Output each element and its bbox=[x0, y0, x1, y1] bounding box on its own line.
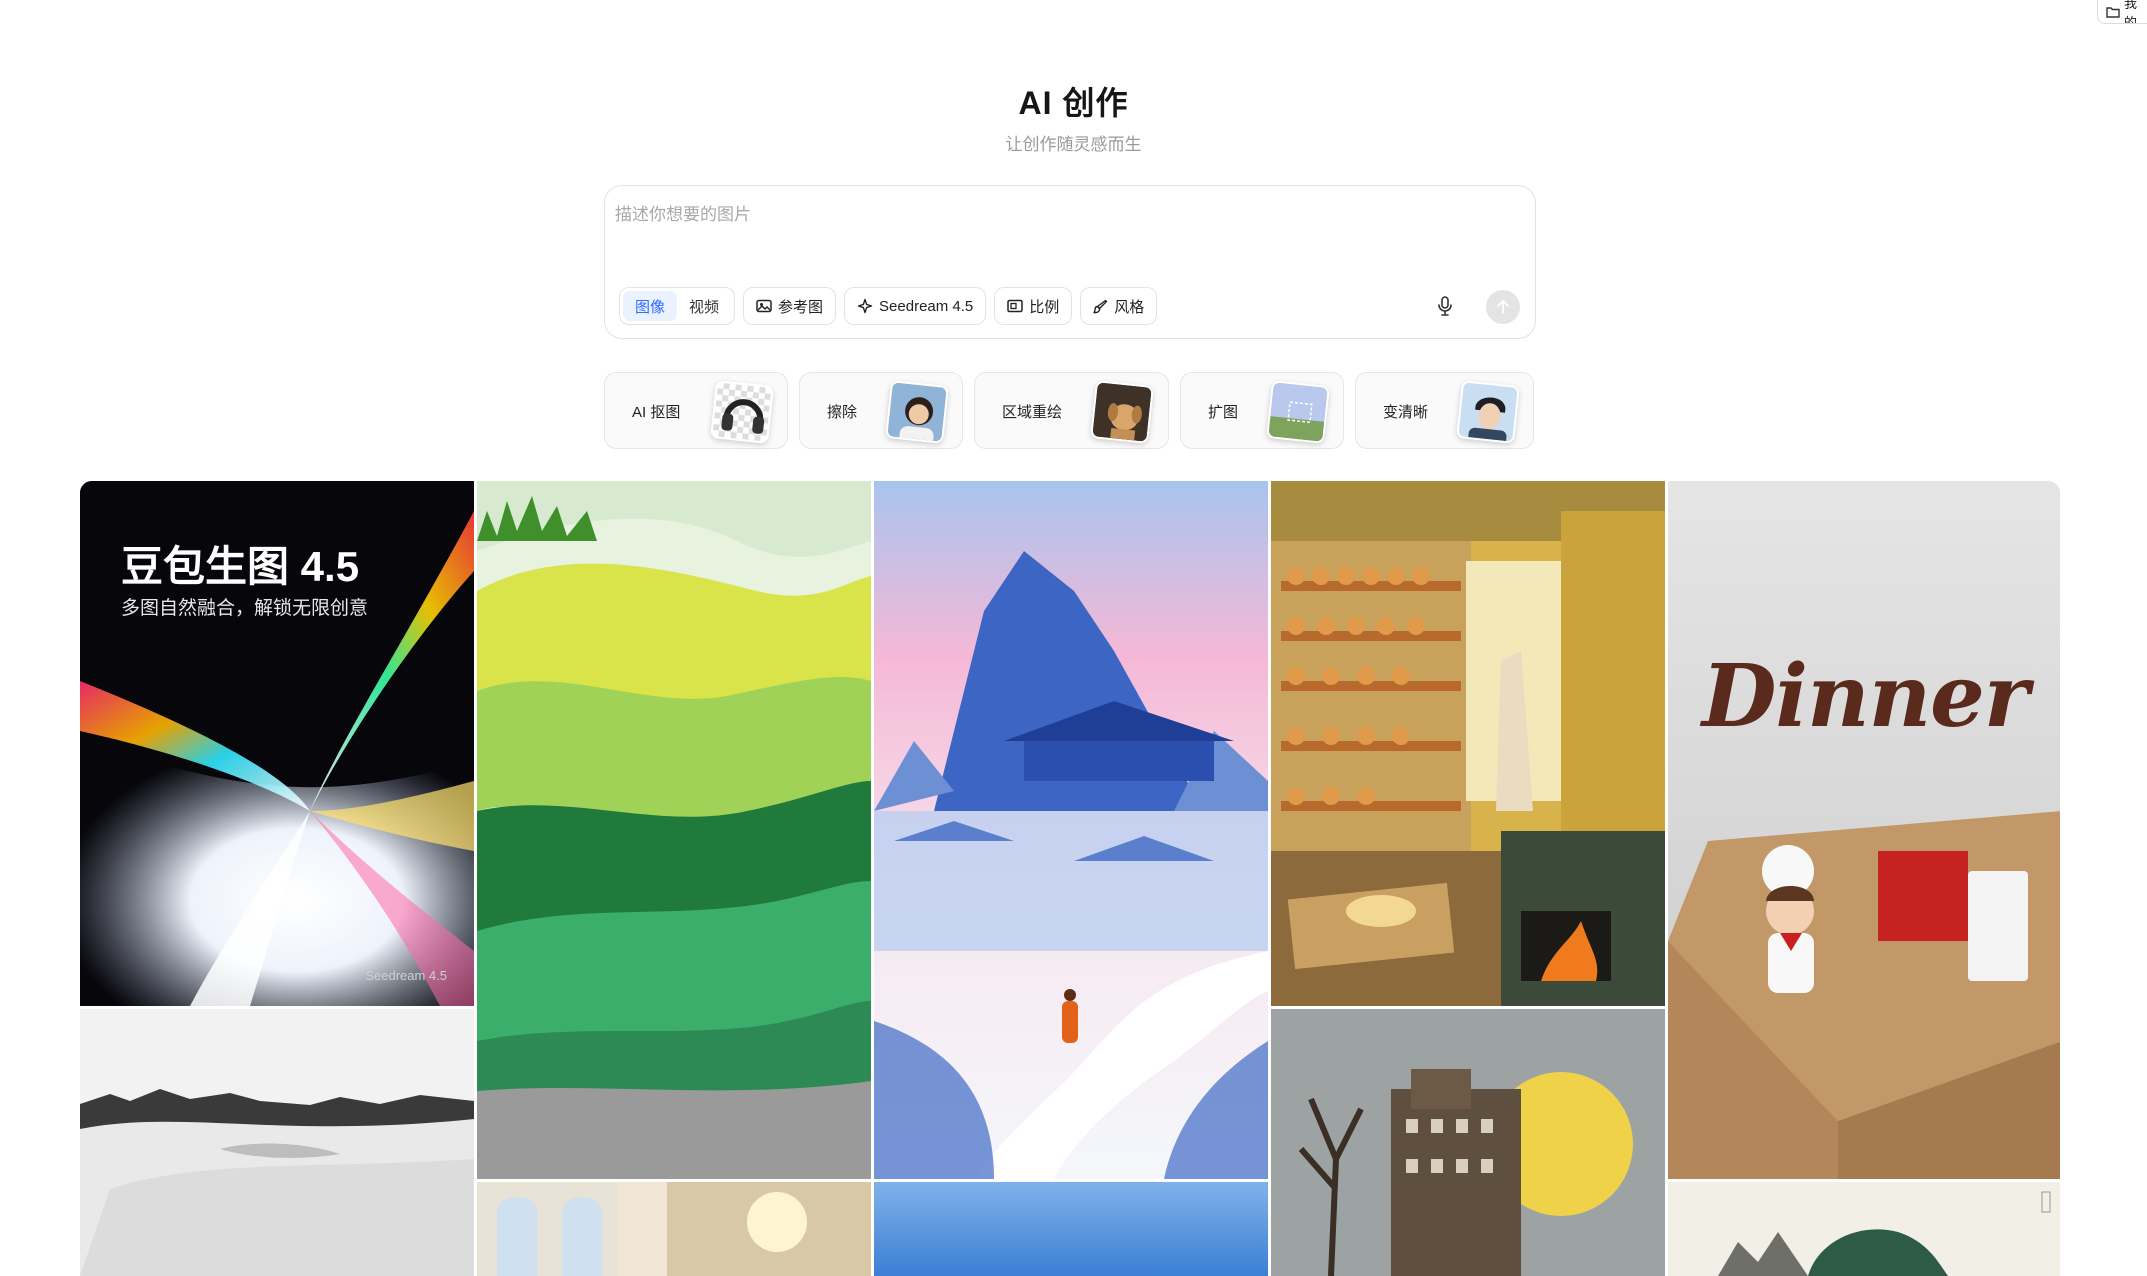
hero-title: 豆包生图 4.5 bbox=[121, 543, 360, 590]
moon-building-card[interactable] bbox=[1271, 1009, 1665, 1276]
model-select-button[interactable]: Seedream 4.5 bbox=[844, 287, 987, 325]
tool-ai-cutout-label: AI 抠图 bbox=[632, 404, 681, 421]
prompt-box: 图像 视频 参考图 Seedream 4.5 比例 风格 bbox=[604, 185, 1536, 339]
model-label: Seedream 4.5 bbox=[879, 297, 974, 315]
brush-icon bbox=[1093, 299, 1108, 313]
prompt-input[interactable] bbox=[615, 200, 1515, 260]
bakery-painting-card[interactable] bbox=[1271, 481, 1665, 1006]
send-button[interactable] bbox=[1486, 290, 1520, 324]
dinner-title: Dinner bbox=[1701, 646, 2029, 747]
inspiration-gallery: 豆包生图 4.5 多图自然融合，解锁无限创意 Seedream 4.5 Dinn… bbox=[80, 481, 2060, 1276]
tool-enhance[interactable]: 变清晰 bbox=[1355, 372, 1534, 449]
style-label: 风格 bbox=[1114, 298, 1145, 316]
ratio-button[interactable]: 比例 bbox=[994, 287, 1073, 325]
page-title: AI 创作 bbox=[1018, 85, 1129, 121]
sparkle-icon bbox=[857, 298, 873, 314]
ink-landscape-artwork bbox=[1668, 1182, 2060, 1276]
image-icon bbox=[756, 299, 772, 313]
green-hills-card[interactable] bbox=[477, 481, 871, 1179]
mode-switch: 图像 视频 bbox=[619, 287, 736, 325]
ratio-label: 比例 bbox=[1029, 298, 1060, 316]
headphones-thumbnail bbox=[710, 380, 774, 444]
snow-hills-card[interactable] bbox=[80, 1009, 474, 1276]
girl-portrait-thumbnail bbox=[885, 380, 949, 444]
style-button[interactable]: 风格 bbox=[1080, 287, 1158, 325]
tool-erase-label: 擦除 bbox=[827, 404, 858, 421]
reference-image-label: 参考图 bbox=[778, 298, 824, 316]
tab-video[interactable]: 视频 bbox=[677, 291, 731, 321]
forest-waves-artwork bbox=[477, 481, 871, 1179]
blue-sky-artwork bbox=[874, 1182, 1268, 1276]
blue-pagoda-card[interactable] bbox=[874, 481, 1268, 1179]
arch-interior-card[interactable] bbox=[477, 1182, 871, 1276]
pagoda-mountain-artwork bbox=[874, 481, 1268, 1179]
dinner-chef-card[interactable]: Dinner bbox=[1668, 481, 2060, 1179]
man-portrait-thumbnail bbox=[1456, 380, 1520, 444]
reference-image-button[interactable]: 参考图 bbox=[743, 287, 837, 325]
ai-creation-page: 我的 AI 创作 让创作随灵感而生 图像 视频 参考图 Seedream 4.5… bbox=[0, 0, 2147, 1276]
voice-input-button[interactable] bbox=[1431, 292, 1459, 320]
tool-region-repaint-label: 区域重绘 bbox=[1002, 404, 1063, 421]
page-subtitle: 让创作随灵感而生 bbox=[1005, 135, 1142, 154]
my-works-chip[interactable]: 我的 bbox=[2097, 0, 2147, 24]
bakery-artwork bbox=[1271, 481, 1665, 1006]
aspect-ratio-icon bbox=[1007, 299, 1024, 313]
blue-sky-card[interactable] bbox=[874, 1182, 1268, 1276]
tool-outpaint[interactable]: 扩图 bbox=[1180, 372, 1344, 449]
my-works-label: 我的 bbox=[2124, 0, 2138, 24]
tool-enhance-label: 变清晰 bbox=[1383, 404, 1429, 421]
hero-card-seedream[interactable]: 豆包生图 4.5 多图自然融合，解锁无限创意 Seedream 4.5 bbox=[80, 481, 474, 1006]
microphone-icon bbox=[1438, 296, 1452, 316]
folder-icon bbox=[2106, 6, 2120, 18]
tool-outpaint-label: 扩图 bbox=[1208, 404, 1239, 421]
landscape-thumbnail bbox=[1266, 380, 1330, 444]
tool-erase[interactable]: 擦除 bbox=[799, 372, 963, 449]
arrow-up-icon bbox=[1497, 300, 1509, 314]
tab-image[interactable]: 图像 bbox=[623, 291, 678, 321]
moon-building-artwork bbox=[1271, 1009, 1665, 1276]
hero-subtitle: 多图自然融合，解锁无限创意 bbox=[121, 598, 369, 619]
quick-tools: AI 抠图 擦除 区域重绘 扩图 变清晰 bbox=[604, 372, 1534, 449]
arches-artwork bbox=[477, 1182, 871, 1276]
hero-brand: Seedream 4.5 bbox=[365, 968, 447, 983]
tool-ai-cutout[interactable]: AI 抠图 bbox=[604, 372, 788, 449]
prompt-toolbar: 图像 视频 参考图 Seedream 4.5 比例 风格 bbox=[619, 287, 1158, 325]
dog-thumbnail bbox=[1090, 380, 1154, 444]
chef-box-artwork bbox=[1668, 481, 2060, 1179]
snow-landscape-artwork bbox=[80, 1009, 474, 1276]
ink-landscape-card[interactable] bbox=[1668, 1182, 2060, 1276]
tool-region-repaint[interactable]: 区域重绘 bbox=[974, 372, 1169, 449]
